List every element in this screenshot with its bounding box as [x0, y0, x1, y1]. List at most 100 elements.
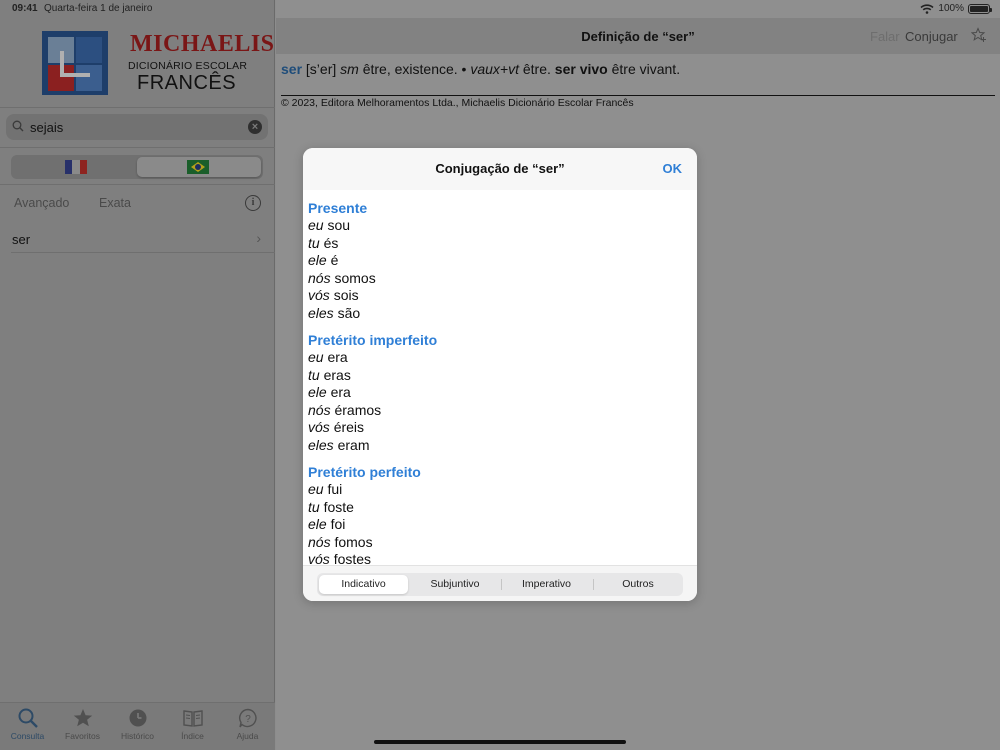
pronoun: ele	[308, 252, 327, 268]
sense: être, existence. •	[362, 61, 467, 77]
part-of-speech: vaux+vt	[470, 61, 519, 77]
verb-form: és	[323, 234, 339, 251]
tab-bar: Consulta Favoritos Histórico Índice ? Aj…	[0, 702, 275, 750]
segment-separator	[592, 579, 594, 590]
pronoun: eles	[308, 436, 334, 453]
conjugation-row: vós éreis	[308, 419, 692, 437]
conjugation-row: tu foste	[308, 499, 692, 517]
battery-icon	[968, 3, 992, 14]
divider	[0, 184, 275, 185]
tab-ajuda[interactable]: ? Ajuda	[220, 707, 275, 741]
france-flag-icon	[65, 160, 87, 174]
tense-section: Pretérito imperfeito eu era tu eras ele era…	[308, 331, 692, 454]
conjugation-row: nós somos	[308, 270, 692, 288]
advanced-search-option[interactable]: Avançado	[14, 196, 69, 210]
headword: ser	[281, 61, 303, 77]
status-time: 09:41	[12, 3, 38, 14]
mood-segmented-control[interactable]: Indicativo Subjuntivo Imperativo Outros	[317, 573, 683, 596]
lang-option-french[interactable]	[13, 157, 137, 177]
verb-form: foste	[323, 498, 354, 515]
result-row[interactable]: ser ›	[11, 225, 275, 253]
conjugation-row: nós éramos	[308, 402, 692, 420]
nav-bar: Definição de “ser” Falar Conjugar	[276, 18, 1000, 54]
tense-title: Presente	[308, 200, 368, 216]
modal-footer: Indicativo Subjuntivo Imperativo Outros	[303, 565, 697, 601]
speak-button[interactable]: Falar	[870, 29, 900, 44]
tab-favoritos[interactable]: Favoritos	[55, 707, 110, 741]
divider	[0, 147, 275, 148]
logo-language: FRANCÊS	[137, 72, 237, 94]
result-label: ser	[12, 232, 31, 247]
logo-mark-icon	[42, 31, 108, 95]
home-indicator[interactable]	[374, 740, 626, 744]
pronoun: tu	[308, 234, 320, 251]
lang-option-portuguese[interactable]	[137, 157, 261, 177]
conjugation-row: eles são	[308, 305, 692, 323]
verb-form: éreis	[333, 419, 365, 435]
conjugation-row: nós fomos	[308, 534, 692, 552]
svg-text:?: ?	[245, 714, 251, 725]
ok-button[interactable]: OK	[663, 161, 683, 176]
tense-section: Presente eu sou tu és ele é nós somos vós soi…	[308, 199, 692, 322]
pronoun: vós	[308, 419, 330, 435]
sense: être.	[522, 61, 551, 77]
copyright: © 2023, Editora Melhoramentos Ltda., Mic…	[281, 97, 634, 109]
tab-label: Índice	[181, 731, 204, 741]
verb-form: somos	[334, 269, 376, 286]
tab-consulta[interactable]: Consulta	[0, 707, 55, 741]
pronoun: eu	[308, 481, 324, 497]
logo-subtitle: DICIONÁRIO ESCOLAR	[128, 60, 248, 72]
clear-icon[interactable]: ×	[248, 120, 262, 134]
search-input[interactable]: sejais	[30, 120, 63, 135]
verb-form: fostes	[333, 551, 372, 565]
battery-percent: 100%	[938, 3, 964, 14]
conjugation-row: vós sois	[308, 287, 692, 305]
language-direction-toggle[interactable]	[11, 155, 263, 179]
pronunciation: [s’er]	[305, 61, 337, 77]
tab-label: Histórico	[120, 731, 155, 741]
tab-historico[interactable]: Histórico	[110, 707, 165, 741]
favorite-star-icon[interactable]	[971, 27, 987, 43]
mood-option[interactable]: Indicativo	[319, 575, 408, 594]
tab-indice[interactable]: Índice	[165, 707, 220, 741]
tab-label: Ajuda	[236, 731, 259, 741]
tense-section: Pretérito perfeito eu fui tu foste ele foi n…	[308, 463, 692, 565]
verb-form: era	[327, 349, 348, 365]
pronoun: nós	[308, 401, 331, 418]
mood-option[interactable]: Imperativo	[502, 575, 591, 594]
pronoun: ele	[308, 384, 327, 400]
star-icon	[73, 709, 92, 727]
divider	[0, 107, 275, 108]
conjugation-row: tu eras	[308, 367, 692, 385]
help-icon: ?	[238, 708, 257, 728]
mood-option[interactable]: Subjuntivo	[411, 575, 500, 594]
mood-option[interactable]: Outros	[594, 575, 683, 594]
pronoun: nós	[308, 533, 331, 550]
conjugation-row: ele foi	[308, 516, 692, 534]
pronoun: nós	[308, 269, 331, 286]
verb-form: sou	[327, 217, 351, 233]
pronoun: vós	[308, 287, 330, 303]
search-icon	[12, 120, 24, 132]
search-icon	[18, 708, 38, 728]
conjugation-row: ele era	[308, 384, 692, 402]
conjugate-button[interactable]: Conjugar	[905, 29, 958, 44]
status-date: Quarta-feira 1 de janeiro	[44, 3, 153, 14]
tense-title: Pretérito imperfeito	[308, 332, 438, 348]
pronoun: eles	[308, 304, 334, 321]
exact-search-option[interactable]: Exata	[99, 196, 131, 210]
pronoun: vós	[308, 551, 330, 565]
conjugation-row: ele é	[308, 252, 692, 270]
conjugation-row: vós fostes	[308, 551, 692, 565]
conjugation-row: eles eram	[308, 437, 692, 455]
brazil-flag-icon	[187, 160, 209, 174]
phrase: ser vivo	[554, 61, 608, 77]
search-field[interactable]: sejais ×	[6, 114, 268, 140]
conjugation-row: eu sou	[308, 217, 692, 235]
conjugation-modal: Conjugação de “ser” OK Presente eu sou tu …	[303, 148, 697, 601]
pronoun: tu	[308, 366, 320, 383]
verb-form: era	[330, 384, 351, 400]
info-icon[interactable]: i	[245, 195, 261, 211]
conjugation-list[interactable]: Presente eu sou tu és ele é nós somos vós soi…	[303, 190, 697, 565]
conjugation-row: eu era	[308, 349, 692, 367]
